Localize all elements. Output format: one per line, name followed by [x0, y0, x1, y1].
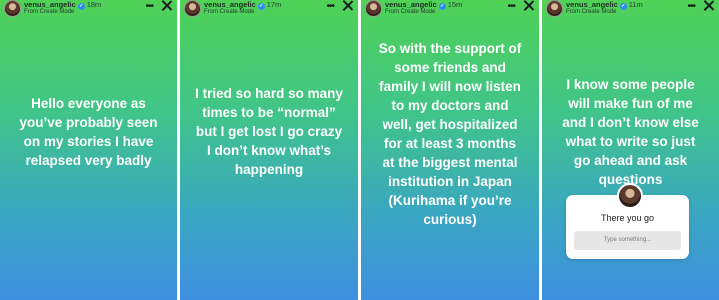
- username-text[interactable]: venus_angelic: [204, 0, 256, 9]
- verified-badge-icon: ✓: [619, 3, 627, 10]
- story-panel-1[interactable]: venus_angelic ✓ 18m From Create Mode ••• H…: [0, 0, 177, 300]
- story-subtitle: From Create Mode: [204, 9, 255, 15]
- more-options-icon[interactable]: •••: [687, 1, 695, 12]
- story-header: venus_angelic ✓ 18m From Create Mode •••: [4, 0, 177, 18]
- story-strip: venus_angelic ✓ 18m From Create Mode ••• H…: [0, 0, 719, 300]
- sticker-avatar: [616, 183, 643, 209]
- post-time: 11m: [628, 0, 643, 9]
- story-header: venus_angelic ✓ 15m From Create Mode •••: [365, 0, 539, 18]
- more-options-icon[interactable]: •••: [326, 1, 334, 12]
- close-icon[interactable]: [523, 0, 534, 11]
- post-time: 17m: [266, 0, 282, 9]
- verified-badge-icon: ✓: [77, 3, 85, 10]
- story-panel-3[interactable]: venus_angelic ✓ 15m From Create Mode ••• S…: [361, 0, 539, 300]
- post-time: 15m: [447, 0, 463, 9]
- question-sticker-input[interactable]: Type something...: [574, 231, 681, 250]
- story-panel-2[interactable]: venus_angelic ✓ 17m From Create Mode ••• I…: [180, 0, 358, 300]
- question-sticker-title: There you go: [600, 213, 655, 223]
- story-header: venus_angelic ✓ 17m From Create Mode •••: [184, 0, 358, 18]
- verified-badge-icon: ✓: [257, 3, 265, 10]
- close-icon[interactable]: [342, 0, 353, 11]
- username-text[interactable]: venus_angelic: [385, 0, 437, 9]
- story-caption: Hello everyone as you’ve probably seen o…: [19, 96, 158, 168]
- avatar[interactable]: [184, 0, 201, 17]
- avatar[interactable]: [4, 0, 21, 17]
- more-options-icon[interactable]: •••: [507, 1, 515, 12]
- question-sticker[interactable]: There you go Type something...: [566, 183, 689, 259]
- username-text[interactable]: venus_angelic: [24, 0, 76, 9]
- verified-badge-icon: ✓: [438, 3, 446, 10]
- more-options-icon[interactable]: •••: [145, 1, 153, 12]
- story-subtitle: From Create Mode: [385, 9, 436, 15]
- username-text[interactable]: venus_angelic: [566, 0, 618, 9]
- story-caption: So with the support of some friends and …: [378, 41, 522, 227]
- close-icon[interactable]: [161, 0, 172, 11]
- story-header: venus_angelic ✓ 11m From Create Mode •••: [546, 0, 719, 18]
- story-caption: I know some people will make fun of me a…: [562, 77, 699, 187]
- avatar[interactable]: [365, 0, 382, 17]
- avatar[interactable]: [546, 0, 563, 17]
- story-caption: I tried so hard so many times to be “nor…: [195, 86, 343, 177]
- close-icon[interactable]: [703, 0, 714, 11]
- story-panel-4[interactable]: venus_angelic ✓ 11m From Create Mode ••• I…: [542, 0, 719, 300]
- post-time: 18m: [86, 0, 102, 9]
- story-subtitle: From Create Mode: [566, 9, 617, 15]
- story-subtitle: From Create Mode: [24, 9, 75, 15]
